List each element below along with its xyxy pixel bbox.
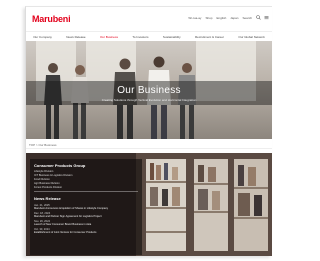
site-header: Marubeni Wr-tua-ay Shop English Japan Se… (26, 7, 272, 31)
nav-item-our-company[interactable]: Our Company (33, 35, 52, 39)
hero-title: Our Business (117, 85, 181, 96)
news-item[interactable]: Nov. 29, 2024 Launch of New Consumer Bra… (34, 220, 138, 226)
utility-link[interactable]: Shop (205, 16, 212, 20)
hero-banner: Our Business Creating Solutions through … (26, 41, 272, 139)
divider (26, 148, 272, 149)
utility-link[interactable]: Search (242, 16, 252, 20)
breadcrumb[interactable]: TOP > Our Business (29, 143, 57, 147)
news-item[interactable]: Dec. 18, 2024 Marubeni and Partner Sign … (34, 212, 138, 218)
marubeni-logo[interactable]: Marubeni (32, 14, 71, 24)
news-headline[interactable]: Launch of New Consumer Brand Business in… (34, 223, 138, 226)
nav-item-sustainability[interactable]: Sustainability (163, 35, 181, 39)
menu-icon[interactable] (264, 15, 269, 20)
division-links: Lifestyle Division ICT Business & Logist… (34, 170, 72, 190)
nav-item-to-investors[interactable]: To Investors (132, 35, 148, 39)
news-item[interactable]: Oct. 30, 2024 Establishment of Joint Ven… (34, 228, 138, 234)
news-headline[interactable]: Marubeni and Partner Sign Agreement for … (34, 215, 138, 218)
hero-subtitle: Creating Solutions through Vertical Evol… (101, 98, 197, 102)
nav-item-recruitment[interactable]: Recruitment & Career (195, 35, 224, 39)
browser-page-frame: Marubeni Wr-tua-ay Shop English Japan Se… (25, 6, 272, 256)
division-link[interactable]: Forest Products Division (34, 186, 72, 190)
nav-item-our-business[interactable]: Our Business (100, 35, 118, 39)
news-heading: News Release (34, 196, 61, 201)
news-headline[interactable]: Marubeni Announces Acquisition of Shares… (34, 207, 138, 210)
news-item[interactable]: Jan. 21, 2025 Marubeni Announces Acquisi… (34, 204, 138, 210)
news-headline[interactable]: Establishment of Joint Venture for Consu… (34, 231, 138, 234)
nav-item-global-network[interactable]: Our Global Network (238, 35, 264, 39)
utility-links: Wr-tua-ay Shop English Japan Search (188, 16, 252, 20)
divider (34, 191, 138, 192)
utility-link[interactable]: English (216, 16, 226, 20)
news-list: Jan. 21, 2025 Marubeni Announces Acquisi… (34, 204, 138, 236)
search-icon[interactable] (256, 15, 261, 20)
nav-item-news-release[interactable]: News Release (66, 35, 85, 39)
utility-link[interactable]: Japan (230, 16, 238, 20)
group-title: Consumer Products Group (34, 163, 86, 168)
overlay-text-layer: Consumer Products Group Lifestyle Divisi… (26, 153, 272, 256)
utility-link[interactable]: Wr-tua-ay (188, 16, 201, 20)
